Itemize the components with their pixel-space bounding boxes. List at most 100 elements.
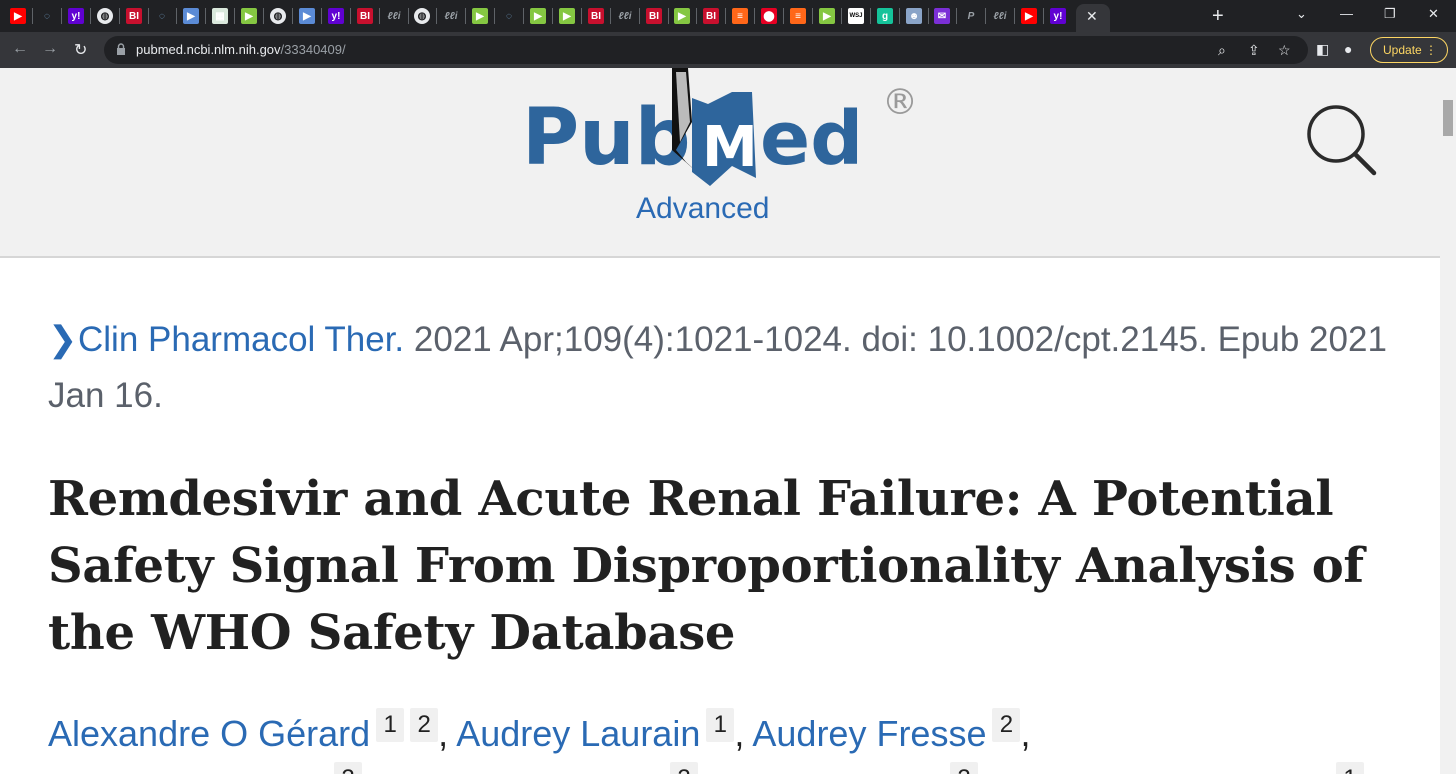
photo-icon[interactable]: ☻ xyxy=(906,8,922,24)
tab-strip: ▶ ◌ y! ◍ BI ◌ ▶ ▦ ▶ ◍ ▶ y! BI ℓℓi ◍ ℓℓi ▶ ◌ ▶ ▶ BI ℓℓi BI ▶ BI ≡ ⬤… xyxy=(0,0,1456,32)
youtube-icon[interactable]: ▶ xyxy=(10,8,26,24)
slash-icon[interactable]: ℓℓi xyxy=(443,8,459,24)
tab-separator xyxy=(436,8,437,24)
slash-icon[interactable]: ℓℓi xyxy=(386,8,402,24)
logo-m-letter: M xyxy=(702,115,758,180)
tab-separator xyxy=(494,8,495,24)
author-link[interactable]: Audrey Fresse xyxy=(752,713,986,754)
globe-icon[interactable]: ◍ xyxy=(414,8,430,24)
wsj-icon[interactable]: WSJ xyxy=(848,8,864,24)
affiliation-link[interactable]: 2 xyxy=(410,708,439,742)
tab-search-icon[interactable]: ⌄ xyxy=(1296,6,1307,22)
yahoo-icon[interactable]: y! xyxy=(1050,8,1066,24)
tab-separator xyxy=(899,8,900,24)
registered-mark: ® xyxy=(882,82,918,123)
tab-separator xyxy=(639,8,640,24)
pubmed-icon[interactable]: P xyxy=(963,8,979,24)
advanced-search-link[interactable]: Advanced xyxy=(636,192,769,226)
pin-icon[interactable]: ⬤ xyxy=(761,8,777,24)
yahoo-icon[interactable]: y! xyxy=(68,8,84,24)
tab-separator xyxy=(754,8,755,24)
tab-separator xyxy=(263,8,264,24)
rumble-icon[interactable]: ▶ xyxy=(530,8,546,24)
tab-separator xyxy=(119,8,120,24)
business-insider-icon[interactable]: BI xyxy=(703,8,719,24)
side-panel-icon[interactable]: ◧ xyxy=(1316,41,1329,58)
business-insider-icon[interactable]: BI xyxy=(646,8,662,24)
affiliation-link[interactable]: 1 xyxy=(376,708,405,742)
affiliation-link[interactable]: 2 xyxy=(670,762,698,774)
share-icon[interactable]: ⇪ xyxy=(1248,42,1260,59)
tab-separator xyxy=(379,8,380,24)
minimize-button[interactable]: — xyxy=(1340,6,1353,21)
author-link[interactable]: Audrey Laurain xyxy=(456,713,700,754)
author-link[interactable]: Alexandre O Gérard xyxy=(48,713,370,754)
rumble-icon[interactable]: ▶ xyxy=(674,8,690,24)
tab-separator xyxy=(350,8,351,24)
scrollbar-thumb[interactable] xyxy=(1443,100,1453,136)
logo-pub-text: Pub xyxy=(522,93,691,183)
active-tab[interactable]: ✕ xyxy=(1076,4,1110,32)
affiliation-link[interactable]: 2 xyxy=(992,708,1021,742)
back-button[interactable]: ← xyxy=(12,40,28,58)
address-bar[interactable]: pubmed.ncbi.nlm.nih.gov/33340409/ ⌕ ⇪ ☆ xyxy=(104,36,1308,64)
tab-separator xyxy=(870,8,871,24)
business-insider-icon[interactable]: BI xyxy=(588,8,604,24)
affiliation-link[interactable]: 1 xyxy=(1336,762,1364,774)
substack-icon[interactable]: ≡ xyxy=(732,8,748,24)
bookmark-star-icon[interactable]: ☆ xyxy=(1278,42,1291,59)
youtube-icon[interactable]: ▶ xyxy=(1021,8,1037,24)
globe-icon[interactable]: ◍ xyxy=(270,8,286,24)
rumble-icon[interactable]: ▶ xyxy=(819,8,835,24)
document-icon[interactable]: ▶ xyxy=(183,8,199,24)
close-window-button[interactable]: ✕ xyxy=(1428,6,1439,22)
restore-button[interactable]: ❐ xyxy=(1384,6,1396,22)
business-insider-icon[interactable]: BI xyxy=(126,8,142,24)
mail-icon[interactable]: ✉ xyxy=(934,8,950,24)
author-list: Alexandre O Gérard 1 2, Audrey Laurain 1, A… xyxy=(48,704,1408,764)
tab-separator xyxy=(668,8,669,24)
substack-icon[interactable]: ≡ xyxy=(790,8,806,24)
shield-icon[interactable]: ◌ xyxy=(39,8,55,24)
journal-citation: ❯Clin Pharmacol Ther. 2021 Apr;109(4):10… xyxy=(48,312,1388,424)
new-tab-button[interactable]: + xyxy=(1212,5,1224,28)
reload-button[interactable]: ↻ xyxy=(74,40,87,60)
slash-icon[interactable]: ℓℓi xyxy=(617,8,633,24)
chevron-right-icon[interactable]: ❯ xyxy=(48,312,78,368)
browser-toolbar: ← → ↻ pubmed.ncbi.nlm.nih.gov/33340409/ … xyxy=(0,32,1456,68)
document-icon[interactable]: ▶ xyxy=(299,8,315,24)
tab-separator xyxy=(32,8,33,24)
slash-icon[interactable]: ℓℓi xyxy=(992,8,1008,24)
tab-separator xyxy=(552,8,553,24)
grammarly-icon[interactable]: g xyxy=(877,8,893,24)
tab-separator xyxy=(523,8,524,24)
sheet-icon[interactable]: ▦ xyxy=(212,8,228,24)
rumble-icon[interactable]: ▶ xyxy=(241,8,257,24)
forward-button[interactable]: → xyxy=(42,40,58,58)
rumble-icon[interactable]: ▶ xyxy=(472,8,488,24)
tab-separator xyxy=(61,8,62,24)
affiliation-link[interactable]: 2 xyxy=(950,762,978,774)
globe-icon[interactable]: ◍ xyxy=(97,8,113,24)
yahoo-icon[interactable]: y! xyxy=(328,8,344,24)
affiliation-link[interactable]: 2 xyxy=(334,762,362,774)
shield-icon[interactable]: ◌ xyxy=(154,8,170,24)
tab-separator xyxy=(783,8,784,24)
tab-separator xyxy=(176,8,177,24)
tab-separator xyxy=(928,8,929,24)
business-insider-icon[interactable]: BI xyxy=(357,8,373,24)
affiliation-link[interactable]: 1 xyxy=(706,708,735,742)
shield-icon[interactable]: ◌ xyxy=(501,8,517,24)
page-scrollbar[interactable] xyxy=(1440,68,1456,774)
rumble-icon[interactable]: ▶ xyxy=(559,8,575,24)
tab-separator xyxy=(725,8,726,24)
site-header: Pub M ed ® Advanced xyxy=(0,68,1440,258)
profile-icon[interactable]: ● xyxy=(1344,41,1352,57)
pubmed-logo[interactable]: Pub M ed ® xyxy=(520,68,920,198)
close-tab-icon[interactable]: ✕ xyxy=(1086,8,1098,25)
search-icon[interactable] xyxy=(1304,104,1380,176)
update-button[interactable]: Update ⋮ xyxy=(1370,37,1448,63)
logo-med-text: ed xyxy=(760,96,863,182)
zoom-icon[interactable]: ⌕ xyxy=(1218,42,1226,59)
journal-link[interactable]: Clin Pharmacol Ther. xyxy=(78,320,404,359)
